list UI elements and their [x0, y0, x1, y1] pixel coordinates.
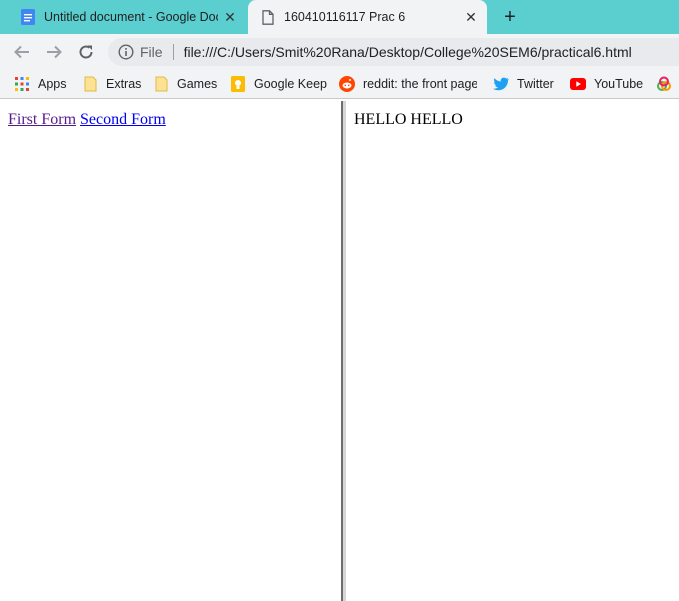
bookmark-extension[interactable]: [656, 75, 679, 93]
form-links: First Form Second Form: [8, 111, 166, 129]
youtube-icon: [570, 76, 586, 92]
info-icon[interactable]: [118, 44, 134, 60]
page-content: First Form Second Form HELLO HELLO: [0, 101, 679, 601]
bookmark-twitter[interactable]: Twitter: [493, 75, 554, 93]
colorful-logo-icon: [656, 76, 672, 92]
address-divider: [172, 44, 174, 60]
bookmark-label: Extras: [106, 77, 142, 91]
reddit-icon: [339, 76, 355, 92]
new-tab-button[interactable]: +: [498, 5, 522, 29]
folder-icon: [153, 76, 169, 92]
bookmark-google-keep[interactable]: Google Keep: [230, 75, 327, 93]
hello-text: HELLO HELLO: [354, 111, 463, 128]
tab-prac-6[interactable]: 160410116117 Prac 6 ✕: [248, 0, 487, 34]
left-frame: First Form Second Form: [0, 101, 341, 601]
bookmark-youtube[interactable]: YouTube: [570, 75, 643, 93]
address-url[interactable]: file:///C:/Users/Smit%20Rana/Desktop/Col…: [184, 44, 632, 60]
bookmarks-bar: Apps Extras Games Google Keep reddit: th…: [0, 70, 679, 99]
bookmark-label: Google Keep: [254, 77, 327, 91]
tab-title: 160410116117 Prac 6: [284, 10, 406, 24]
tab-google-doc[interactable]: Untitled document - Google Doc ✕: [8, 0, 246, 34]
back-icon[interactable]: [10, 40, 34, 64]
forward-icon[interactable]: [42, 40, 66, 64]
tab-close-icon[interactable]: ✕: [218, 5, 242, 29]
tab-strip: Untitled document - Google Doc ✕ 1604101…: [0, 0, 679, 34]
bookmark-label: YouTube: [594, 77, 644, 91]
second-form-link[interactable]: Second Form: [80, 111, 166, 128]
bookmark-label: Apps: [38, 77, 67, 91]
bookmark-label: Twitter: [517, 77, 554, 91]
bookmark-label: Games: [177, 77, 218, 91]
bookmark-games[interactable]: Games: [153, 75, 217, 93]
bookmark-extras[interactable]: Extras: [82, 75, 141, 93]
google-keep-icon: [230, 76, 246, 92]
google-docs-icon: [20, 9, 36, 25]
address-scheme: File: [140, 44, 163, 60]
address-bar[interactable]: File file:///C:/Users/Smit%20Rana/Deskto…: [108, 38, 679, 66]
bookmark-label: reddit: the front page: [363, 77, 477, 91]
browser-toolbar: File file:///C:/Users/Smit%20Rana/Deskto…: [0, 34, 679, 70]
file-icon: [260, 9, 276, 25]
first-form-link[interactable]: First Form: [8, 111, 76, 128]
tab-close-icon[interactable]: ✕: [459, 5, 483, 29]
reload-icon[interactable]: [74, 40, 98, 64]
tab-title: Untitled document - Google Doc: [44, 10, 218, 24]
apps-grid-icon: [14, 76, 30, 92]
folder-icon: [82, 76, 98, 92]
twitter-icon: [493, 76, 509, 92]
bookmark-reddit[interactable]: reddit: the front page: [339, 75, 477, 93]
right-frame: HELLO HELLO: [346, 101, 679, 601]
bookmark-apps[interactable]: Apps: [14, 75, 67, 93]
